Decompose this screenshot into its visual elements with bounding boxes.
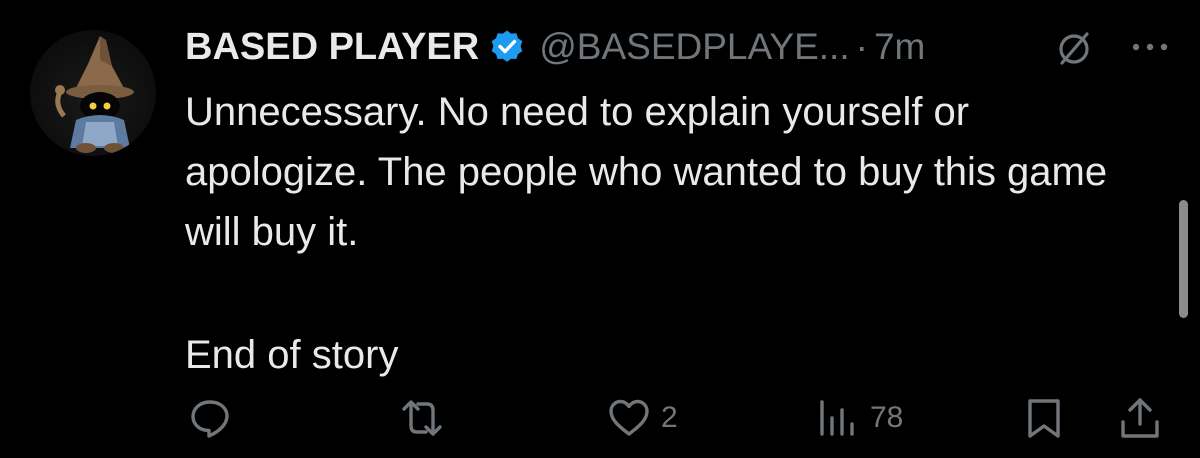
heart-icon [609, 399, 649, 436]
share-icon [1121, 398, 1159, 438]
avatar[interactable] [30, 30, 156, 156]
wizard-avatar-icon [55, 36, 134, 153]
views-icon [820, 400, 854, 436]
repost-icon [402, 400, 442, 436]
share-button[interactable] [1118, 390, 1162, 446]
action-bar: 2 78 [0, 390, 1200, 446]
timestamp[interactable]: 7m [874, 26, 925, 68]
separator-dot: · [855, 26, 868, 67]
verified-badge-icon [489, 29, 525, 65]
scrollbar[interactable] [1179, 200, 1188, 318]
like-button[interactable]: 2 [607, 390, 678, 446]
bookmark-icon [1028, 399, 1060, 438]
views-count: 78 [870, 401, 904, 434]
author-handle[interactable]: @BASEDPLAYE... [539, 26, 849, 68]
tweet-header: BASED PLAYER @BASEDPLAYE... · 7m [185, 22, 925, 72]
tweet-text-paragraph: Unnecessary. No need to explain yourself… [185, 90, 1108, 254]
tweet-text-paragraph: End of story [185, 333, 399, 377]
tweet-body: Unnecessary. No need to explain yourself… [185, 82, 1145, 385]
grok-icon[interactable] [1054, 28, 1094, 68]
author-display-name[interactable]: BASED PLAYER [185, 26, 479, 69]
reply-button[interactable] [188, 390, 232, 446]
reply-icon [191, 400, 229, 438]
bookmark-button[interactable] [1022, 390, 1066, 446]
like-count: 2 [661, 401, 678, 434]
more-options-icon[interactable] [1128, 34, 1172, 60]
repost-button[interactable] [398, 390, 446, 446]
views-button[interactable]: 78 [816, 390, 903, 446]
